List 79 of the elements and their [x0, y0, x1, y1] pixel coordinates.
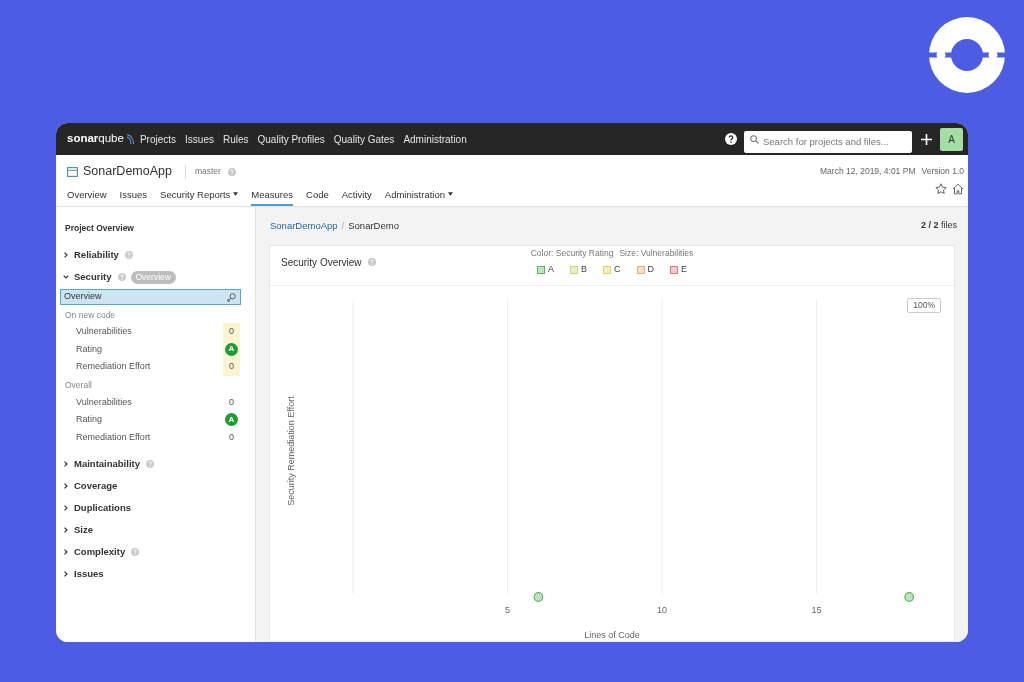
chevron-right-icon	[63, 571, 69, 577]
nav-link[interactable]: Rules	[222, 131, 249, 147]
chevron-right-icon	[63, 527, 69, 533]
nav-link[interactable]: Quality Profiles	[257, 131, 325, 147]
category-toggle[interactable]: Duplications	[63, 500, 131, 516]
project-name[interactable]: SonarDemoApp	[83, 162, 172, 182]
category-toggle[interactable]: Issues	[63, 566, 104, 582]
search-field[interactable]: Search for projects and files...	[744, 130, 912, 153]
help-icon[interactable]	[725, 133, 737, 145]
breadcrumb-current: SonarDemo	[348, 218, 399, 233]
chevron-right-icon	[63, 505, 69, 511]
metric-label[interactable]: Vulnerabilities	[76, 325, 132, 339]
plus-icon[interactable]	[921, 133, 932, 145]
category-toggle[interactable]: Coverage	[63, 478, 118, 494]
axis-title: Security Remediation Effort	[286, 396, 297, 506]
legend-caption: Color: Security Rating	[530, 247, 614, 260]
rating-badge: A	[225, 413, 238, 427]
logo-icon	[929, 17, 1005, 93]
category-toggle[interactable]: Size	[63, 522, 93, 538]
arc-icon	[125, 133, 135, 145]
legend-caption: Size: Vulnerabilities	[619, 247, 694, 260]
nav-tab[interactable]: Code	[306, 188, 329, 206]
metric-label[interactable]: Vulnerabilities	[76, 395, 132, 409]
chevron-right-icon	[63, 483, 69, 489]
box-icon	[67, 166, 78, 177]
metric-value: 0	[228, 430, 235, 444]
category-toggle[interactable]: Security	[63, 269, 112, 285]
nav-tab[interactable]: Activity	[341, 188, 372, 206]
star-icon[interactable]	[935, 183, 947, 196]
axis-tick-label: 5	[505, 605, 510, 615]
axis-title: Lines of Code	[584, 630, 640, 640]
nav-tab[interactable]: Security Reports	[160, 188, 239, 206]
search-icon	[750, 134, 759, 144]
files-count: 2 / 2 files	[920, 219, 957, 233]
chevron-down-icon	[63, 274, 69, 280]
nav-tab[interactable]: Issues	[119, 188, 148, 206]
category-toggle[interactable]: Maintainability	[63, 456, 140, 472]
chevron-right-icon	[63, 461, 69, 467]
breadcrumb-link[interactable]: SonarDemoApp	[270, 218, 338, 234]
legend-item[interactable]: A	[536, 262, 554, 277]
metric-value: 0	[228, 395, 235, 409]
analysis-date: March 12, 2019, 4:01 PM	[820, 165, 916, 179]
rating-badge: A	[225, 342, 238, 356]
metric-value: 0	[223, 358, 240, 376]
metric-label[interactable]: Remediation Effort	[76, 430, 151, 444]
user-avatar[interactable]: A	[940, 127, 963, 151]
panel-title: Security Overview	[281, 256, 362, 270]
nav-tab[interactable]: Overview	[67, 188, 107, 206]
breadcrumb-separator: /	[341, 218, 345, 233]
legend-item[interactable]: B	[570, 262, 587, 277]
brand-logo[interactable]: sonarqube	[67, 130, 124, 148]
nav-tab[interactable]: Administration	[384, 188, 454, 206]
nav-link[interactable]: Quality Gates	[333, 131, 395, 147]
zoom-reset-button[interactable]: 100%	[907, 298, 941, 313]
metric-label[interactable]: Remediation Effort	[76, 360, 151, 374]
legend-item[interactable]: C	[603, 262, 621, 277]
axis-tick-label: 15	[811, 605, 822, 615]
bubbles-icon	[227, 292, 236, 302]
metric-value: 0	[223, 323, 240, 341]
sidebar-item[interactable]: Overview	[60, 289, 241, 305]
sidebar-title: Project Overview	[65, 221, 134, 235]
nav-link[interactable]: Issues	[185, 131, 214, 147]
category-toggle[interactable]: Reliability	[63, 247, 119, 263]
group-label: On new code	[65, 308, 116, 322]
branch-name[interactable]: master	[194, 165, 221, 179]
legend-item[interactable]: D	[636, 262, 654, 277]
nav-link[interactable]: Projects	[139, 131, 177, 147]
chevron-right-icon	[63, 252, 69, 258]
axis-tick-label: 10	[657, 605, 667, 615]
version-label: Version 1.0	[921, 165, 964, 179]
metric-label[interactable]: Rating	[76, 413, 102, 427]
metric-label[interactable]: Rating	[76, 342, 102, 356]
nav-link[interactable]: Administration	[403, 131, 467, 147]
category-toggle[interactable]: Complexity	[63, 544, 126, 560]
overview-badge: Overview	[130, 270, 176, 284]
chevron-right-icon	[63, 549, 69, 555]
group-label: Overall	[65, 379, 92, 393]
legend-item[interactable]: E	[670, 262, 687, 277]
home-icon[interactable]	[952, 183, 964, 196]
